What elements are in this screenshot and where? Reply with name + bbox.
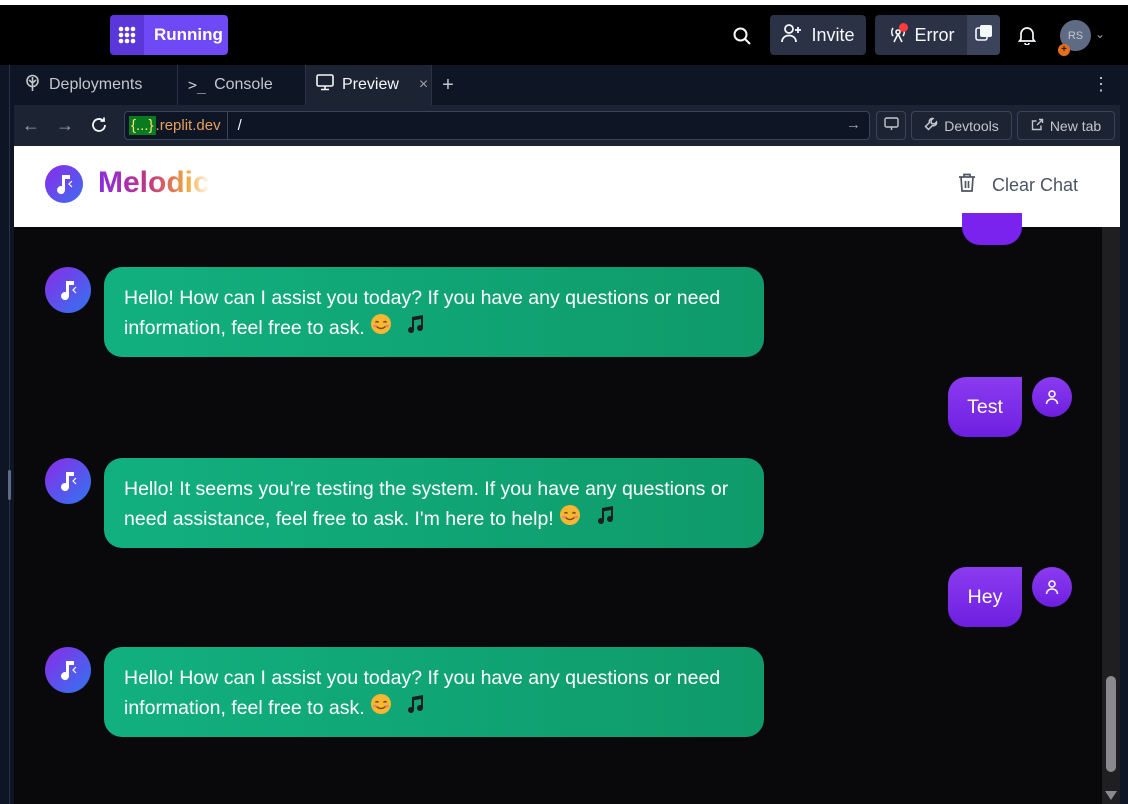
bot-avatar-icon	[45, 458, 91, 504]
device-preview-button[interactable]	[876, 111, 906, 140]
forward-arrow-icon[interactable]: →	[48, 105, 82, 145]
smile-emoji-icon	[559, 504, 581, 535]
bot-message: Hello! It seems you're testing the syste…	[104, 458, 764, 548]
url-input[interactable]: {...} .replit.dev / →	[124, 111, 870, 140]
wrench-icon	[924, 117, 938, 134]
music-notes-emoji-icon	[405, 693, 427, 724]
tab-console[interactable]: >_ Console	[178, 65, 306, 105]
url-host: {...} .replit.dev	[125, 112, 228, 139]
reload-icon[interactable]	[82, 105, 116, 145]
url-bar: ← → {...} .replit.dev / → Devtools New t…	[14, 105, 1120, 145]
invite-label: Invite	[811, 24, 855, 45]
devtools-label: Devtools	[944, 117, 999, 134]
go-arrow-icon[interactable]: →	[846, 116, 861, 133]
music-notes-emoji-icon	[405, 313, 427, 344]
user-avatar-icon	[1032, 567, 1072, 607]
tab-label: Deployments	[49, 76, 143, 93]
clear-chat-label: Clear Chat	[991, 175, 1078, 195]
scroll-down-arrow-icon[interactable]	[1105, 791, 1117, 800]
error-label: Error	[914, 24, 955, 45]
run-button[interactable]: Running	[110, 15, 228, 55]
new-tab-label: New tab	[1049, 117, 1102, 134]
layers-icon	[974, 24, 993, 47]
layers-toggle[interactable]	[967, 15, 1000, 55]
message-bubble-partial	[962, 213, 1022, 245]
bell-icon[interactable]	[1016, 24, 1038, 46]
chat-scrollbar[interactable]	[1102, 227, 1120, 804]
search-icon[interactable]	[731, 25, 753, 47]
app-header: Melodic Clear Chat	[14, 146, 1120, 227]
chevron-down-icon[interactable]: ⌄	[1095, 27, 1105, 41]
url-host-highlight: {...}	[129, 116, 156, 135]
error-dot-icon	[899, 23, 908, 32]
back-arrow-icon[interactable]: ←	[14, 105, 48, 145]
user-message-text: Hey	[967, 585, 1003, 608]
bot-avatar-icon	[45, 647, 91, 693]
tab-deployments[interactable]: Deployments	[14, 65, 178, 105]
music-notes-emoji-icon	[595, 504, 617, 535]
avatar-initials: RS	[1067, 29, 1084, 42]
url-host-domain: .replit.dev	[155, 117, 221, 134]
add-tab-icon[interactable]: +	[432, 65, 464, 105]
console-icon: >_	[188, 76, 207, 94]
error-button[interactable]: Error	[875, 15, 1000, 55]
close-icon[interactable]: ×	[419, 76, 428, 94]
run-status-icon	[110, 15, 144, 55]
user-avatar-icon	[1032, 377, 1072, 417]
invite-button[interactable]: Invite	[770, 15, 866, 55]
tab-label: Preview	[342, 76, 399, 93]
tab-preview[interactable]: Preview ×	[306, 65, 432, 105]
music-note-logo-icon	[45, 165, 83, 203]
clear-chat-button[interactable]: Clear Chat	[958, 173, 1078, 198]
user-message: Test	[948, 377, 1022, 437]
app-preview: Melodic Clear Chat Hello! How can I assi…	[14, 146, 1120, 804]
tab-label: Console	[214, 76, 273, 93]
preview-pane: Deployments >_ Console Preview × + ⋮ ← →…	[14, 65, 1120, 804]
add-user-icon	[781, 23, 803, 48]
monitor-icon	[316, 74, 334, 96]
smile-emoji-icon	[370, 313, 392, 344]
more-options-icon[interactable]: ⋮	[1092, 74, 1110, 95]
error-main[interactable]: Error	[875, 15, 967, 55]
smile-emoji-icon	[370, 693, 392, 724]
user-message-text: Test	[967, 395, 1003, 418]
tab-bar: Deployments >_ Console Preview × + ⋮	[14, 65, 1120, 105]
devtools-button[interactable]: Devtools	[911, 111, 1012, 140]
run-button-label: Running	[154, 25, 223, 44]
bot-message: Hello! How can I assist you today? If yo…	[104, 647, 764, 737]
external-link-icon	[1031, 118, 1044, 134]
bot-message-text: Hello! It seems you're testing the syste…	[124, 478, 729, 530]
workspace-topbar: Running Invite Error RS + ⌄	[0, 5, 1128, 65]
avatar-badge-icon: +	[1058, 44, 1070, 56]
brand-title: Melodic	[98, 166, 210, 199]
scrollbar-thumb[interactable]	[1106, 676, 1116, 772]
bot-message: Hello! How can I assist you today? If yo…	[104, 267, 764, 357]
deployments-icon	[24, 74, 41, 97]
bot-avatar-icon	[45, 267, 91, 313]
chat-messages: Hello! How can I assist you today? If yo…	[14, 213, 1102, 804]
sidebar-resize-handle[interactable]	[8, 470, 11, 500]
new-tab-button[interactable]: New tab	[1017, 111, 1115, 140]
monitor-small-icon	[883, 117, 899, 134]
sidebar-edge	[0, 65, 10, 804]
trash-icon	[958, 173, 976, 198]
url-path: /	[237, 117, 242, 134]
user-message: Hey	[948, 567, 1022, 627]
